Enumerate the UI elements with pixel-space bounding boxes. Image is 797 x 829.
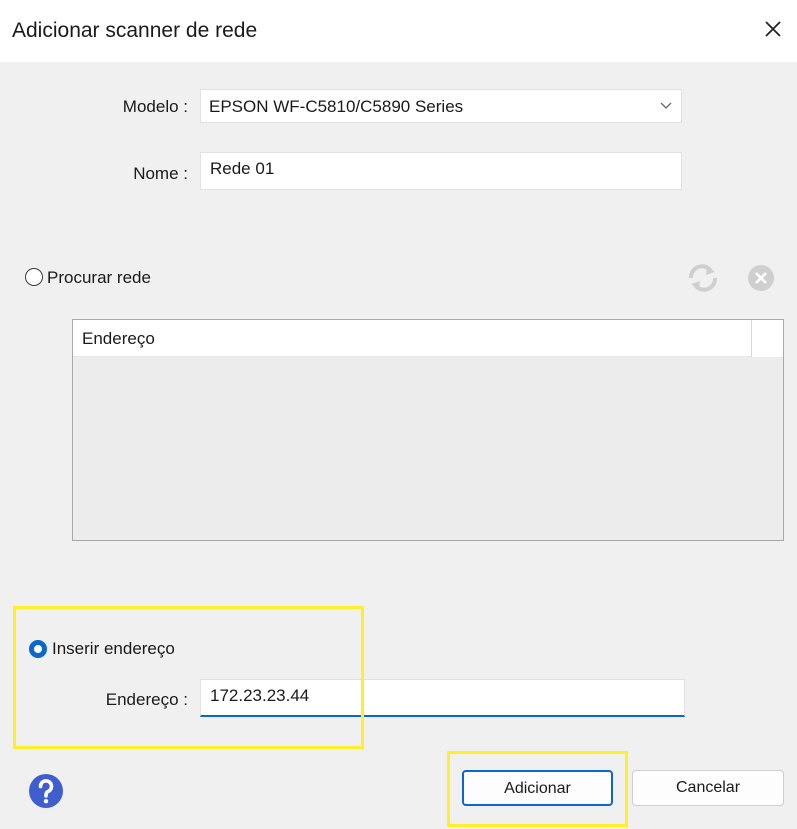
close-icon [765, 21, 781, 37]
name-field[interactable]: Rede 01 [200, 152, 682, 190]
help-icon[interactable] [28, 773, 64, 809]
close-button[interactable] [758, 14, 788, 44]
address-value: 172.23.23.44 [210, 686, 310, 705]
highlight-manual-address [13, 606, 364, 749]
cancel-search-icon[interactable] [746, 263, 776, 293]
search-network-radio[interactable] [25, 268, 43, 286]
model-label: Modelo : [122, 97, 188, 116]
chevron-down-icon [660, 102, 672, 109]
address-list[interactable]: Endereço [72, 319, 784, 541]
address-list-header[interactable]: Endereço [73, 320, 751, 357]
address-field[interactable]: 172.23.23.44 [200, 679, 685, 717]
enter-address-radio[interactable] [29, 640, 47, 658]
enter-address-label: Inserir endereço [52, 639, 175, 658]
name-value: Rede 01 [210, 159, 275, 178]
cancel-button[interactable]: Cancelar [632, 770, 784, 806]
refresh-icon[interactable] [685, 262, 721, 294]
model-select[interactable]: EPSON WF-C5810/C5890 Series [200, 89, 682, 123]
address-list-header-filler [751, 320, 783, 357]
name-label: Nome : [133, 164, 188, 183]
model-value: EPSON WF-C5810/C5890 Series [209, 97, 464, 116]
address-label: Endereço : [105, 690, 188, 709]
window-title: Adicionar scanner de rede [12, 19, 258, 42]
address-column-header: Endereço [82, 329, 155, 348]
search-network-label: Procurar rede [47, 268, 151, 287]
title-bar: Adicionar scanner de rede [0, 0, 797, 62]
add-button[interactable]: Adicionar [462, 770, 613, 806]
